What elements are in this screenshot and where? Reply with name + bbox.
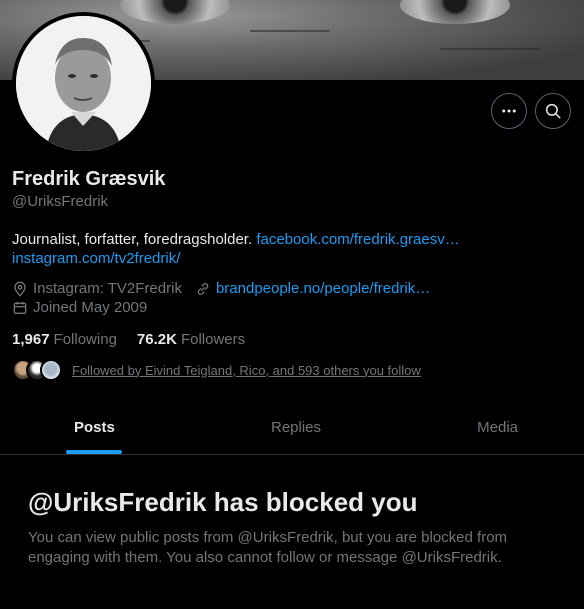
more-options-button[interactable] — [491, 93, 527, 129]
link-icon — [197, 282, 209, 295]
banner-eye-right — [400, 0, 510, 24]
follower-avatar — [40, 359, 62, 381]
joined-text: Joined May 2009 — [33, 299, 148, 316]
tab-label: Posts — [74, 418, 115, 436]
location-item: Instagram: TV2Fredrik — [12, 280, 182, 297]
location-text: Instagram: TV2Fredrik — [33, 280, 182, 297]
bio-facebook-link[interactable]: facebook.com/fredrik.graesv… — [256, 231, 459, 248]
follow-stats: 1,967 Following 76.2K Followers — [12, 331, 265, 348]
calendar-icon — [13, 301, 27, 314]
following-label: Following — [53, 331, 117, 348]
profile-meta: Instagram: TV2Fredrik brandpeople.no/peo… — [12, 280, 443, 297]
banner-eye-left — [120, 0, 230, 24]
following-count: 1,967 — [12, 331, 50, 348]
avatar-photo — [16, 16, 151, 151]
joined-item: Joined May 2009 — [12, 299, 147, 316]
profile-avatar[interactable] — [12, 12, 155, 155]
blocked-message: You can view public posts from @UriksFre… — [28, 529, 508, 566]
profile-bio: Journalist, forfatter, foredragsholder. … — [12, 230, 482, 268]
bio-text: Journalist, forfatter, foredragsholder. — [12, 231, 257, 248]
tab-label: Replies — [270, 418, 322, 436]
followers-stat[interactable]: 76.2K Followers — [137, 331, 245, 348]
tab-posts[interactable]: Posts — [0, 400, 222, 454]
blocked-notice: @UriksFredrik has blocked you You can vi… — [28, 486, 548, 568]
bio-instagram-link[interactable]: instagram.com/tv2fredrik/ — [12, 250, 180, 267]
tab-replies[interactable]: Replies — [222, 400, 370, 454]
profile-joined: Joined May 2009 — [12, 299, 160, 316]
user-handle: @UriksFredrik — [12, 193, 109, 210]
website-item[interactable]: brandpeople.no/people/fredrik… — [195, 280, 430, 297]
followers-count: 76.2K — [136, 331, 177, 348]
followed-by[interactable]: Followed by Eivind Teigland, Rico, and 5… — [12, 359, 421, 381]
tab-media[interactable]: Media — [370, 400, 584, 454]
display-name: Fredrik Græsvik — [12, 168, 166, 190]
banner-detail — [440, 48, 540, 50]
profile-tabs: Posts Replies Media — [0, 400, 584, 455]
banner-detail — [250, 30, 330, 32]
active-tab-indicator — [66, 450, 122, 454]
followers-label: Followers — [180, 331, 246, 348]
website-link[interactable]: brandpeople.no/people/fredrik… — [216, 280, 430, 297]
search-icon — [545, 103, 561, 119]
following-stat[interactable]: 1,967 Following — [12, 331, 117, 348]
tab-label: Media — [477, 418, 518, 436]
blocked-title: @UriksFredrik has blocked you — [28, 487, 418, 517]
followed-by-text[interactable]: Followed by Eivind Teigland, Rico, and 5… — [72, 363, 421, 378]
more-icon — [502, 109, 516, 113]
search-profile-button[interactable] — [535, 93, 571, 129]
location-icon — [14, 281, 26, 297]
